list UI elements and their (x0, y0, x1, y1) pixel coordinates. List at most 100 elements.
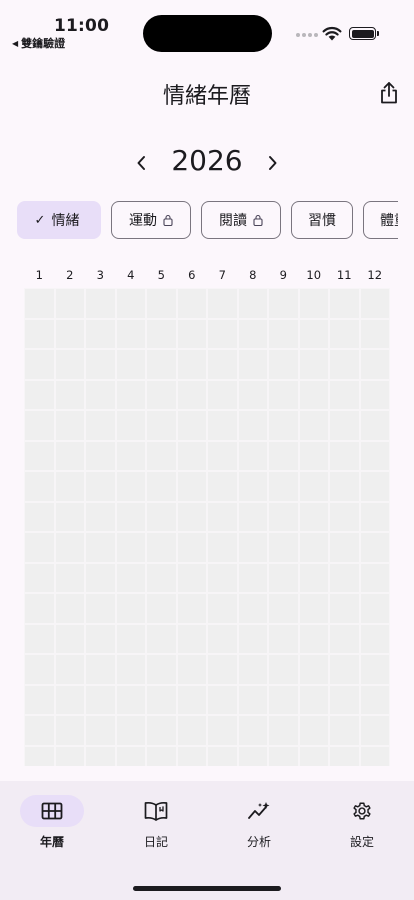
day-cell[interactable] (176, 501, 207, 532)
day-cell[interactable] (115, 745, 146, 766)
day-cell[interactable] (54, 471, 85, 502)
day-cell[interactable] (115, 410, 146, 441)
day-cell[interactable] (359, 532, 390, 563)
day-cell[interactable] (146, 410, 177, 441)
day-cell[interactable] (207, 471, 238, 502)
day-cell[interactable] (24, 288, 55, 319)
day-cell[interactable] (146, 471, 177, 502)
day-cell[interactable] (329, 410, 360, 441)
day-cell[interactable] (237, 288, 268, 319)
day-cell[interactable] (146, 593, 177, 624)
nav-item-calendar[interactable]: 年曆 (0, 795, 104, 853)
day-cell[interactable] (85, 654, 116, 685)
day-cell[interactable] (237, 349, 268, 380)
day-cell[interactable] (115, 532, 146, 563)
day-cell[interactable] (176, 562, 207, 593)
day-cell[interactable] (237, 471, 268, 502)
day-cell[interactable] (237, 379, 268, 410)
day-cell[interactable] (24, 562, 55, 593)
day-cell[interactable] (298, 471, 329, 502)
day-cell[interactable] (24, 654, 55, 685)
day-cell[interactable] (268, 654, 299, 685)
day-cell[interactable] (268, 593, 299, 624)
day-cell[interactable] (24, 501, 55, 532)
day-cell[interactable] (146, 440, 177, 471)
day-cell[interactable] (298, 318, 329, 349)
day-cell[interactable] (207, 440, 238, 471)
day-cell[interactable] (54, 532, 85, 563)
day-cell[interactable] (207, 501, 238, 532)
day-cell[interactable] (85, 501, 116, 532)
nav-item-settings[interactable]: 設定 (310, 795, 414, 853)
day-cell[interactable] (176, 654, 207, 685)
day-cell[interactable] (176, 349, 207, 380)
day-cell[interactable] (207, 745, 238, 766)
day-cell[interactable] (146, 745, 177, 766)
day-cell[interactable] (329, 349, 360, 380)
day-cell[interactable] (237, 440, 268, 471)
day-cell[interactable] (237, 654, 268, 685)
day-cell[interactable] (207, 623, 238, 654)
day-cell[interactable] (359, 715, 390, 746)
day-cell[interactable] (85, 623, 116, 654)
day-cell[interactable] (176, 684, 207, 715)
day-cell[interactable] (359, 684, 390, 715)
day-cell[interactable] (146, 501, 177, 532)
day-cell[interactable] (237, 410, 268, 441)
day-cell[interactable] (359, 471, 390, 502)
day-cell[interactable] (329, 745, 360, 766)
day-cell[interactable] (268, 471, 299, 502)
day-cell[interactable] (54, 501, 85, 532)
day-cell[interactable] (359, 410, 390, 441)
day-cell[interactable] (85, 318, 116, 349)
day-cell[interactable] (24, 532, 55, 563)
day-cell[interactable] (298, 654, 329, 685)
chip-habits[interactable]: 習慣 (291, 201, 353, 239)
day-cell[interactable] (54, 562, 85, 593)
day-cell[interactable] (115, 684, 146, 715)
day-cell[interactable] (176, 623, 207, 654)
day-cell[interactable] (54, 379, 85, 410)
day-cell[interactable] (298, 532, 329, 563)
nav-item-analysis[interactable]: 分析 (207, 795, 311, 853)
day-cell[interactable] (298, 623, 329, 654)
day-cell[interactable] (146, 288, 177, 319)
nav-item-diary[interactable]: 日記 (104, 795, 208, 853)
day-cell[interactable] (24, 471, 55, 502)
day-cell[interactable] (329, 440, 360, 471)
chip-weight[interactable]: 體重 (363, 201, 398, 239)
day-cell[interactable] (207, 654, 238, 685)
day-cell[interactable] (207, 532, 238, 563)
day-cell[interactable] (207, 684, 238, 715)
day-cell[interactable] (298, 440, 329, 471)
day-cell[interactable] (85, 288, 116, 319)
day-cell[interactable] (176, 532, 207, 563)
day-cell[interactable] (146, 562, 177, 593)
day-cell[interactable] (207, 593, 238, 624)
day-cell[interactable] (298, 745, 329, 766)
day-cell[interactable] (298, 715, 329, 746)
day-cell[interactable] (176, 715, 207, 746)
day-cell[interactable] (115, 318, 146, 349)
day-cell[interactable] (176, 379, 207, 410)
day-cell[interactable] (268, 349, 299, 380)
day-cell[interactable] (268, 532, 299, 563)
day-cell[interactable] (207, 318, 238, 349)
day-cell[interactable] (237, 318, 268, 349)
day-cell[interactable] (54, 715, 85, 746)
day-cell[interactable] (237, 623, 268, 654)
day-cell[interactable] (329, 654, 360, 685)
day-cell[interactable] (85, 715, 116, 746)
day-cell[interactable] (329, 379, 360, 410)
day-cell[interactable] (115, 288, 146, 319)
day-cell[interactable] (85, 471, 116, 502)
day-cell[interactable] (146, 715, 177, 746)
day-cell[interactable] (298, 349, 329, 380)
day-cell[interactable] (54, 623, 85, 654)
chip-reading[interactable]: 閱讀 (201, 201, 281, 239)
day-cell[interactable] (176, 745, 207, 766)
day-cell[interactable] (359, 623, 390, 654)
day-cell[interactable] (54, 349, 85, 380)
day-cell[interactable] (329, 471, 360, 502)
day-cell[interactable] (268, 745, 299, 766)
